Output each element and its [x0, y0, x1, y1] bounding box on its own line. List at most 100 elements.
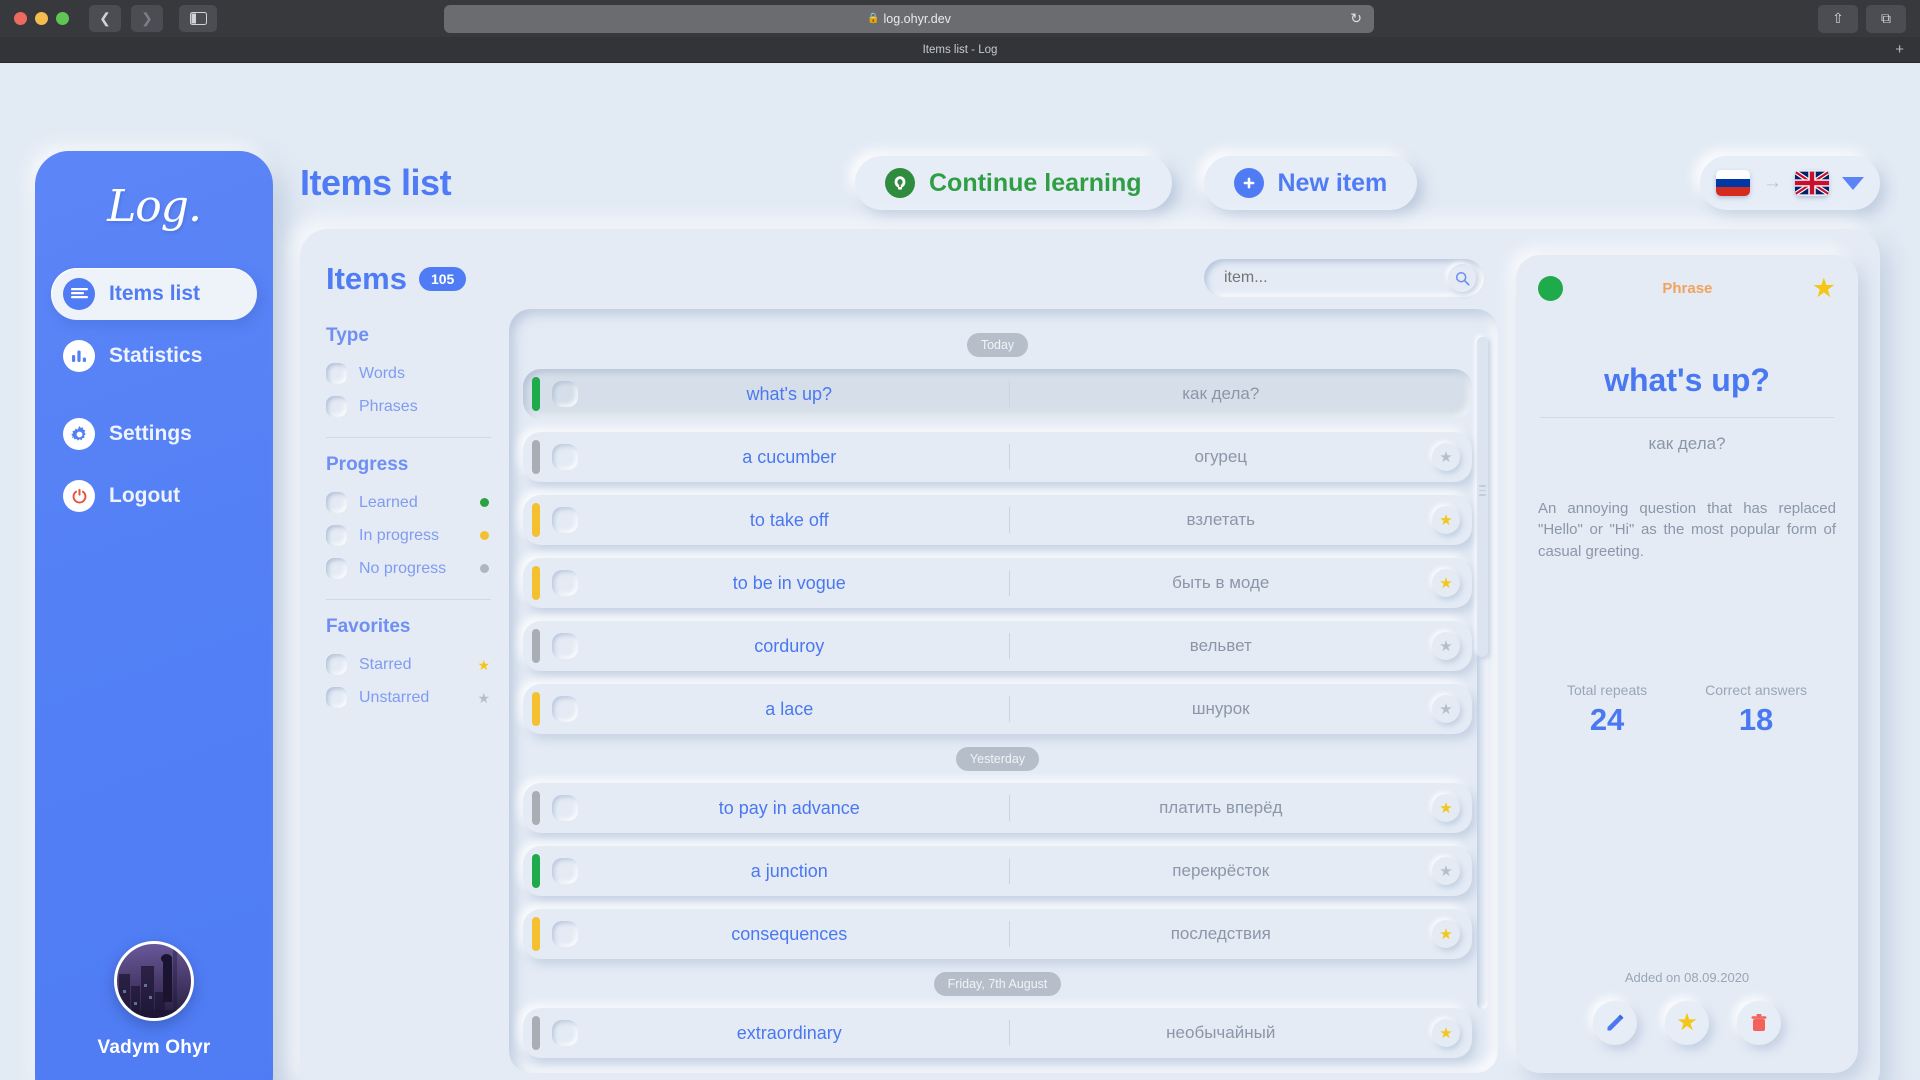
active-tab-title[interactable]: Items list - Log: [923, 44, 998, 56]
row-checkbox[interactable]: [552, 507, 578, 533]
share-icon[interactable]: ⇧: [1818, 4, 1858, 33]
filter-label: Words: [359, 364, 405, 382]
search-wrapper: [1204, 259, 1484, 297]
row-checkbox[interactable]: [552, 1020, 578, 1046]
profile-name: Vadym Ohyr: [97, 1037, 211, 1058]
row-star-icon[interactable]: ★: [1432, 794, 1460, 822]
row-checkbox[interactable]: [552, 570, 578, 596]
item-translation: быть в моде: [1172, 573, 1270, 592]
table-row[interactable]: a junction перекрёсток ★: [523, 846, 1472, 896]
favorite-button[interactable]: ★: [1665, 1001, 1709, 1045]
new-tab-icon[interactable]: +: [1895, 41, 1904, 58]
reload-icon[interactable]: ↻: [1350, 10, 1362, 27]
checkbox[interactable]: [326, 396, 347, 417]
sidebar-item-items-list[interactable]: Items list: [51, 268, 257, 320]
progress-indicator: [532, 566, 540, 600]
edit-button[interactable]: [1593, 1001, 1637, 1045]
row-star-icon[interactable]: ★: [1432, 569, 1460, 597]
row-checkbox[interactable]: [552, 795, 578, 821]
forward-arrow-icon[interactable]: ❯: [131, 5, 163, 32]
new-item-button[interactable]: New item: [1203, 156, 1418, 210]
item-translation: перекрёсток: [1172, 861, 1270, 880]
table-row[interactable]: consequences последствия ★: [523, 909, 1472, 959]
detail-description: An annoying question that has replaced "…: [1538, 500, 1836, 560]
row-checkbox[interactable]: [552, 858, 578, 884]
chevron-down-icon[interactable]: [1842, 176, 1864, 190]
address-bar[interactable]: 🔒 log.ohyr.dev ↻: [444, 4, 1374, 33]
tab-overview-icon[interactable]: ⧉: [1866, 4, 1906, 33]
avatar[interactable]: [113, 941, 194, 1021]
filter-no-progress[interactable]: No progress: [326, 552, 491, 585]
browser-chrome: ❮ ❯ 🔒 log.ohyr.dev ↻ ⇧ ⧉ Items list - Lo…: [0, 0, 1920, 63]
table-row[interactable]: to be in vogue быть в моде ★: [523, 558, 1472, 608]
window-controls[interactable]: [14, 12, 69, 25]
app-logo[interactable]: Log.: [107, 181, 202, 232]
sidebar-item-statistics[interactable]: Statistics: [51, 330, 257, 382]
stat-value: 24: [1589, 701, 1625, 737]
detail-translation: как дела?: [1648, 434, 1726, 453]
table-row[interactable]: corduroy вельвет ★: [523, 621, 1472, 671]
stat-correct-answers: Correct answers 18: [1705, 682, 1807, 738]
minimize-window-button[interactable]: [35, 12, 48, 25]
row-star-icon[interactable]: ★: [1432, 632, 1460, 660]
scrollbar-thumb[interactable]: [1477, 337, 1488, 657]
row-star-icon[interactable]: ★: [1432, 857, 1460, 885]
filter-phrases[interactable]: Phrases: [326, 390, 491, 423]
item-term: a cucumber: [742, 446, 837, 467]
filter-unstarred[interactable]: Unstarred ★: [326, 681, 491, 714]
row-star-icon[interactable]: ★: [1432, 443, 1460, 471]
sidebar-item-settings[interactable]: Settings: [51, 408, 257, 460]
sidebar-item-logout[interactable]: Logout: [51, 470, 257, 522]
sidebar-profile[interactable]: Vadym Ohyr: [98, 941, 211, 1059]
table-row[interactable]: a lace шнурок ★: [523, 684, 1472, 734]
row-star-icon[interactable]: ★: [1432, 695, 1460, 723]
item-translation: огурец: [1194, 447, 1248, 466]
filter-learned[interactable]: Learned: [326, 486, 491, 519]
item-term: consequences: [731, 923, 848, 944]
detail-stats: Total repeats 24 Correct answers 18: [1538, 682, 1836, 738]
table-row[interactable]: to pay in advance платить вперёд ★: [523, 783, 1472, 833]
table-row[interactable]: extraordinary необычайный ★: [523, 1008, 1472, 1058]
row-checkbox[interactable]: [552, 381, 578, 407]
row-checkbox[interactable]: [552, 921, 578, 947]
filter-words[interactable]: Words: [326, 357, 491, 390]
continue-learning-button[interactable]: Continue learning: [855, 156, 1172, 210]
row-star-icon[interactable]: ★: [1432, 920, 1460, 948]
target-language-flag-icon[interactable]: [1795, 170, 1829, 196]
sidebar-item-label: Items list: [109, 282, 201, 305]
back-arrow-icon[interactable]: ❮: [89, 5, 121, 32]
row-checkbox[interactable]: [552, 696, 578, 722]
filter-label: No progress: [359, 559, 447, 577]
checkbox[interactable]: [326, 492, 347, 513]
detail-star-icon[interactable]: ★: [1812, 275, 1836, 302]
search-icon[interactable]: [1448, 264, 1476, 292]
language-switcher[interactable]: →: [1700, 156, 1880, 210]
stat-total-repeats: Total repeats 24: [1567, 682, 1647, 738]
filter-in-progress[interactable]: In progress: [326, 519, 491, 552]
scrollbar-track[interactable]: [1477, 337, 1488, 1009]
table-row[interactable]: to take off взлетать ★: [523, 495, 1472, 545]
checkbox[interactable]: [326, 654, 347, 675]
filter-group-type: Type Words Phrases: [326, 325, 491, 423]
table-row[interactable]: what's up? как дела? ★: [523, 369, 1472, 419]
delete-button[interactable]: [1737, 1001, 1781, 1045]
close-window-button[interactable]: [14, 12, 27, 25]
maximize-window-button[interactable]: [56, 12, 69, 25]
row-star-icon[interactable]: ★: [1432, 1019, 1460, 1047]
sidebar-toggle-icon[interactable]: [179, 5, 217, 32]
table-row[interactable]: a cucumber огурец ★: [523, 432, 1472, 482]
row-checkbox[interactable]: [552, 444, 578, 470]
items-heading-label: Items: [326, 261, 407, 296]
filter-starred[interactable]: Starred ★: [326, 648, 491, 681]
row-checkbox[interactable]: [552, 633, 578, 659]
checkbox[interactable]: [326, 687, 347, 708]
row-star-icon[interactable]: ★: [1432, 506, 1460, 534]
checkbox[interactable]: [326, 525, 347, 546]
item-term: a junction: [750, 860, 828, 881]
checkbox[interactable]: [326, 363, 347, 384]
items-list-panel[interactable]: Today what's up? как дела? ★ a cucumber: [509, 309, 1498, 1073]
search-input[interactable]: [1204, 259, 1484, 297]
sidebar-glyph: [189, 12, 207, 25]
checkbox[interactable]: [326, 558, 347, 579]
source-language-flag-icon[interactable]: [1716, 170, 1750, 196]
